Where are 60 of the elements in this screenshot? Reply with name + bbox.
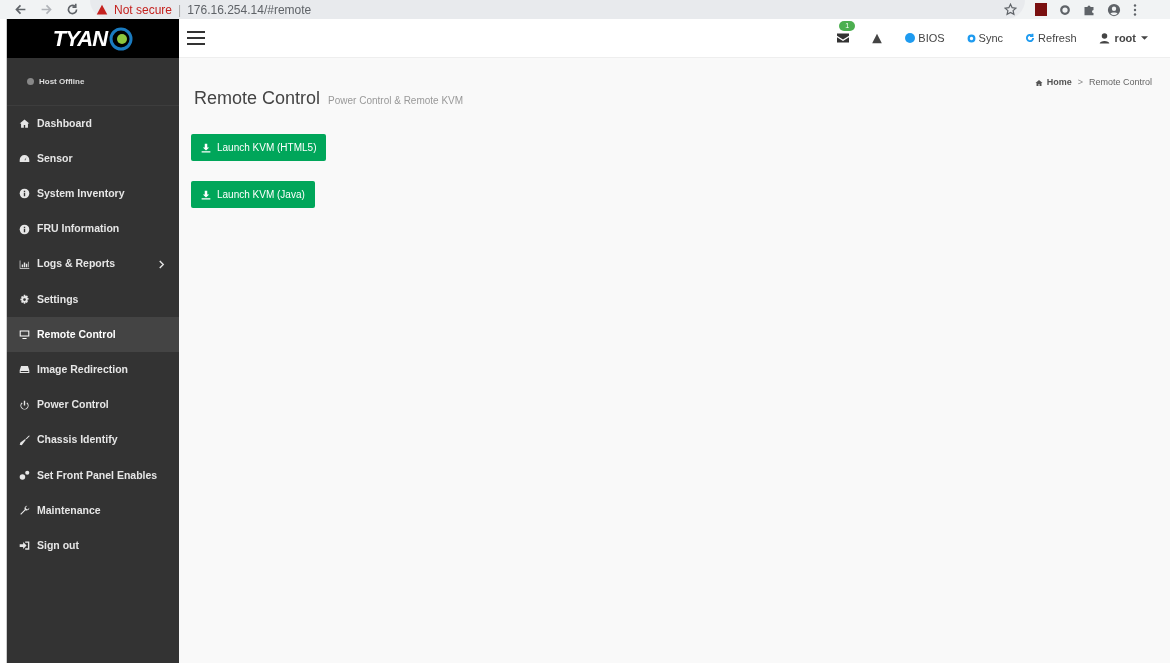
user-icon [1098, 32, 1110, 44]
back-icon[interactable] [14, 3, 27, 16]
page-title: Remote Control [194, 87, 321, 110]
page-subtitle: Power Control & Remote KVM [328, 94, 464, 108]
sidebar-item[interactable]: Logs & Reports [7, 246, 179, 282]
nav-icon [19, 188, 30, 200]
nav-icon [19, 399, 30, 411]
star-icon[interactable] [1004, 3, 1017, 16]
nav-icon [19, 223, 30, 235]
circle-icon[interactable] [1059, 3, 1071, 16]
nav-icon [19, 540, 30, 552]
nav-icon [19, 329, 30, 341]
sync-link[interactable]: Sync [966, 29, 1004, 47]
breadcrumb-current: Remote Control [1088, 76, 1152, 89]
sidebar-item[interactable]: Remote Control [7, 317, 179, 353]
sidebar-item[interactable]: Sensor [7, 141, 179, 177]
nav-icon [19, 294, 30, 306]
account-icon[interactable] [1107, 2, 1121, 17]
refresh-icon [1025, 33, 1036, 43]
download-icon [201, 142, 211, 153]
sidebar-item[interactable]: System Inventory [7, 176, 179, 212]
nav-icon [19, 153, 30, 165]
nav-icon [19, 469, 30, 481]
sidebar-item[interactable]: Set Front Panel Enables [7, 457, 179, 494]
menu-icon[interactable] [1133, 3, 1137, 16]
logo-mark-icon [109, 26, 134, 51]
breadcrumb-home-link[interactable]: Home [1034, 76, 1072, 90]
nav-icon [19, 505, 30, 517]
puzzle-icon[interactable] [1083, 3, 1095, 16]
sidebar-item[interactable]: Maintenance [7, 493, 179, 529]
breadcrumb-separator: > [1077, 76, 1083, 89]
refresh-link[interactable]: Refresh [1025, 29, 1077, 47]
envelope-icon[interactable] [837, 33, 850, 43]
caret-icon [1141, 36, 1148, 40]
security-label: Not secure [114, 1, 173, 19]
sidebar-item[interactable]: Dashboard [7, 106, 179, 142]
home-icon [1034, 78, 1043, 87]
menu-icon[interactable] [187, 31, 205, 45]
sidebar-item[interactable]: FRU Information [7, 211, 179, 247]
reload-icon[interactable] [66, 3, 79, 16]
nav-icon [19, 118, 30, 130]
separator: | [178, 1, 182, 19]
address-bar[interactable]: Not secure | 176.16.254.14/#remote [90, 0, 1025, 19]
sidebar-item[interactable]: Power Control [7, 387, 179, 423]
bios-link[interactable]: BIOS [905, 29, 945, 47]
nav-icon [19, 434, 30, 446]
warning-icon [96, 3, 108, 16]
warning-icon[interactable] [871, 32, 884, 44]
host-status: Host Offline [39, 75, 85, 88]
user-menu[interactable]: root [1098, 29, 1148, 47]
sync-icon [966, 33, 976, 43]
logo-text: TYAN [52, 25, 108, 53]
chevron-icon [158, 259, 165, 269]
sidebar-item[interactable]: Image Redirection [7, 352, 179, 388]
nav-icon [19, 364, 30, 376]
sidebar-item[interactable]: Sign out [7, 528, 179, 564]
sidebar-item[interactable]: Chassis Identify [7, 422, 179, 458]
url-text: 176.16.254.14/#remote [187, 1, 312, 19]
download-icon [201, 189, 211, 200]
sidebar-item[interactable]: Settings [7, 281, 179, 318]
